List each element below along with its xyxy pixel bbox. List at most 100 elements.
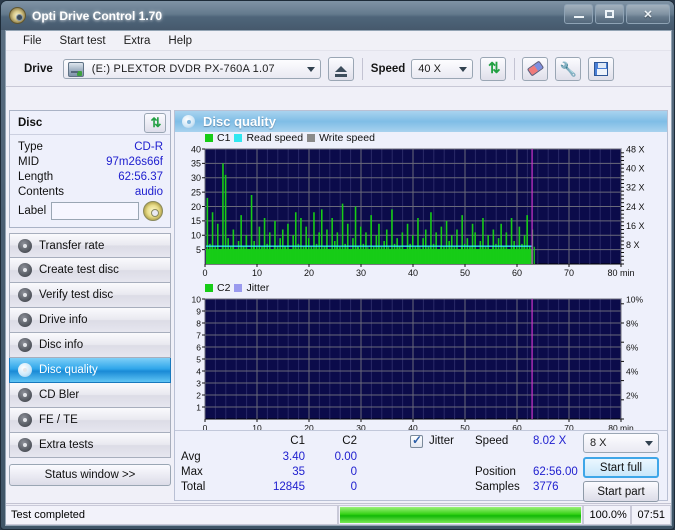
disc-row-mid: MID 97m26s66f xyxy=(18,154,163,169)
disc-label-input[interactable] xyxy=(50,202,139,220)
sidebar-item-label: Transfer rate xyxy=(39,239,105,252)
stats-row-max-c1: 35 xyxy=(292,466,305,478)
c1-chart-legend: C1 Read speed Write speed xyxy=(205,132,375,144)
svg-text:2: 2 xyxy=(196,390,201,400)
refresh-button[interactable]: ⇅ xyxy=(480,56,507,81)
sidebar-item-verify-test-disc[interactable]: Verify test disc xyxy=(9,283,171,308)
sidebar-item-label: FE / TE xyxy=(39,414,78,426)
save-button[interactable] xyxy=(588,56,615,81)
toolbar-separator-1 xyxy=(361,57,363,80)
sidebar-item-disc-quality[interactable]: Disc quality xyxy=(9,358,171,383)
disc-refresh-button[interactable]: ⇅ xyxy=(144,112,166,133)
drive-select[interactable]: (E:) PLEXTOR DVDR PX-760A 1.07 xyxy=(62,58,321,79)
chevron-down-icon xyxy=(459,66,468,72)
menu-help[interactable]: Help xyxy=(159,33,201,49)
erase-button[interactable] xyxy=(522,56,549,81)
stats-col-c1: C1 xyxy=(290,435,305,447)
position-stat-value: 62:56.00 xyxy=(533,466,578,478)
svg-text:32 X: 32 X xyxy=(626,183,645,193)
c1-chart[interactable]: C1 Read speed Write speed 5 10 15 20 25 30 35 4… xyxy=(175,132,667,282)
menu-extra[interactable]: Extra xyxy=(115,33,160,49)
sidebar-item-fe-te[interactable]: FE / TE xyxy=(9,408,171,433)
sidebar-item-create-test-disc[interactable]: Create test disc xyxy=(9,258,171,283)
sidebar-item-label: Disc quality xyxy=(39,364,98,376)
svg-text:50: 50 xyxy=(460,268,470,278)
svg-text:20: 20 xyxy=(191,202,201,212)
maximize-button[interactable] xyxy=(595,4,624,24)
sidebar-item-label: Drive info xyxy=(39,314,88,326)
chevron-down-icon xyxy=(306,66,315,72)
close-button[interactable]: ✕ xyxy=(626,4,670,24)
disc-row-type: Type CD-R xyxy=(18,139,163,154)
disc-row-label: Label xyxy=(18,201,163,221)
window-controls: ✕ xyxy=(564,4,670,24)
menu-start-test[interactable]: Start test xyxy=(51,33,115,49)
sidebar-item-label: Disc info xyxy=(39,339,84,351)
page-title: Disc quality xyxy=(203,114,276,129)
eject-button[interactable] xyxy=(327,56,354,81)
legend-swatch-jitter xyxy=(234,284,243,292)
disc-panel-title: Disc xyxy=(18,116,43,129)
client-area: File Start test Extra Help Drive (E:) PL… xyxy=(5,30,672,526)
left-pane: Disc ⇅ Type CD-R MID 97m26s66f Length 62… xyxy=(9,110,171,501)
disc-contents-value: audio xyxy=(134,185,163,198)
disc-icon xyxy=(18,438,32,452)
drive-select-value: (E:) PLEXTOR DVDR PX-760A 1.07 xyxy=(91,62,275,75)
sidebar-item-disc-info[interactable]: Disc info xyxy=(9,333,171,358)
eraser-icon xyxy=(526,60,545,77)
legend-swatch-c1 xyxy=(205,134,213,142)
sidebar-item-drive-info[interactable]: Drive info xyxy=(9,308,171,333)
window-title: Opti Drive Control 1.70 xyxy=(32,8,163,23)
title-bar: Opti Drive Control 1.70 ✕ xyxy=(1,1,674,30)
start-part-button[interactable]: Start part xyxy=(583,481,659,502)
svg-text:5: 5 xyxy=(196,354,201,364)
disc-panel: Disc ⇅ Type CD-R MID 97m26s66f Length 62… xyxy=(9,110,171,228)
sidebar-item-extra-tests[interactable]: Extra tests xyxy=(9,433,171,458)
svg-text:4: 4 xyxy=(196,366,201,376)
sidebar-item-label: Extra tests xyxy=(39,439,94,451)
sidebar-item-label: Verify test disc xyxy=(39,289,114,301)
save-icon xyxy=(594,61,609,76)
app-disc-icon xyxy=(9,7,26,24)
sidebar-item-cd-bler[interactable]: CD Bler xyxy=(9,383,171,408)
svg-text:2%: 2% xyxy=(626,390,639,400)
jitter-checkbox[interactable] xyxy=(410,433,423,448)
disc-icon[interactable] xyxy=(142,201,163,221)
status-window-button[interactable]: Status window >> xyxy=(9,464,171,486)
position-stat-label: Position xyxy=(475,466,516,478)
c2-chart[interactable]: C2 Jitter 1 2 3 4 5 6 7 8 9 10 2% 4% 6% 8% 10% 0 10 20 30 4… xyxy=(175,282,667,437)
svg-text:7: 7 xyxy=(196,330,201,340)
disc-icon xyxy=(18,263,32,277)
c2-chart-legend: C2 Jitter xyxy=(205,282,269,294)
menu-file[interactable]: File xyxy=(14,33,51,49)
minimize-button[interactable] xyxy=(564,4,593,24)
elapsed-time: 07:51 xyxy=(631,504,671,525)
disc-label-label: Label xyxy=(18,205,47,217)
stats-row-avg-c2: 0.00 xyxy=(334,451,357,463)
status-message: Test completed xyxy=(6,504,339,525)
svg-text:8 X: 8 X xyxy=(626,240,640,250)
speed-select[interactable]: 40 X xyxy=(411,58,474,79)
disc-row-contents: Contents audio xyxy=(18,184,163,199)
progress-bar xyxy=(338,504,584,525)
disc-icon xyxy=(182,115,195,128)
settings-button[interactable]: 🔧 xyxy=(555,56,582,81)
start-full-button[interactable]: Start full xyxy=(583,457,659,478)
test-speed-select[interactable]: 8 X xyxy=(583,433,659,453)
legend-label-jitter: Jitter xyxy=(246,282,270,294)
disc-icon xyxy=(18,338,32,352)
stats-row-total-c1: 12845 xyxy=(273,481,305,493)
body: Disc ⇅ Type CD-R MID 97m26s66f Length 62… xyxy=(6,108,671,503)
svg-text:10: 10 xyxy=(252,268,262,278)
stats-col-c2: C2 xyxy=(342,435,357,447)
legend-swatch-c2 xyxy=(205,284,213,292)
right-pane: Disc quality C1 Read speed Write speed 5… xyxy=(174,110,668,502)
disc-length-label: Length xyxy=(18,170,54,183)
sidebar-item-transfer-rate[interactable]: Transfer rate xyxy=(9,233,171,258)
legend-swatch-write-speed xyxy=(307,134,316,142)
svg-text:80 min: 80 min xyxy=(607,268,634,278)
legend-swatch-read-speed xyxy=(234,134,243,142)
legend-label-c2: C2 xyxy=(217,282,231,294)
svg-text:35: 35 xyxy=(191,159,201,169)
disc-mid-label: MID xyxy=(18,155,40,168)
